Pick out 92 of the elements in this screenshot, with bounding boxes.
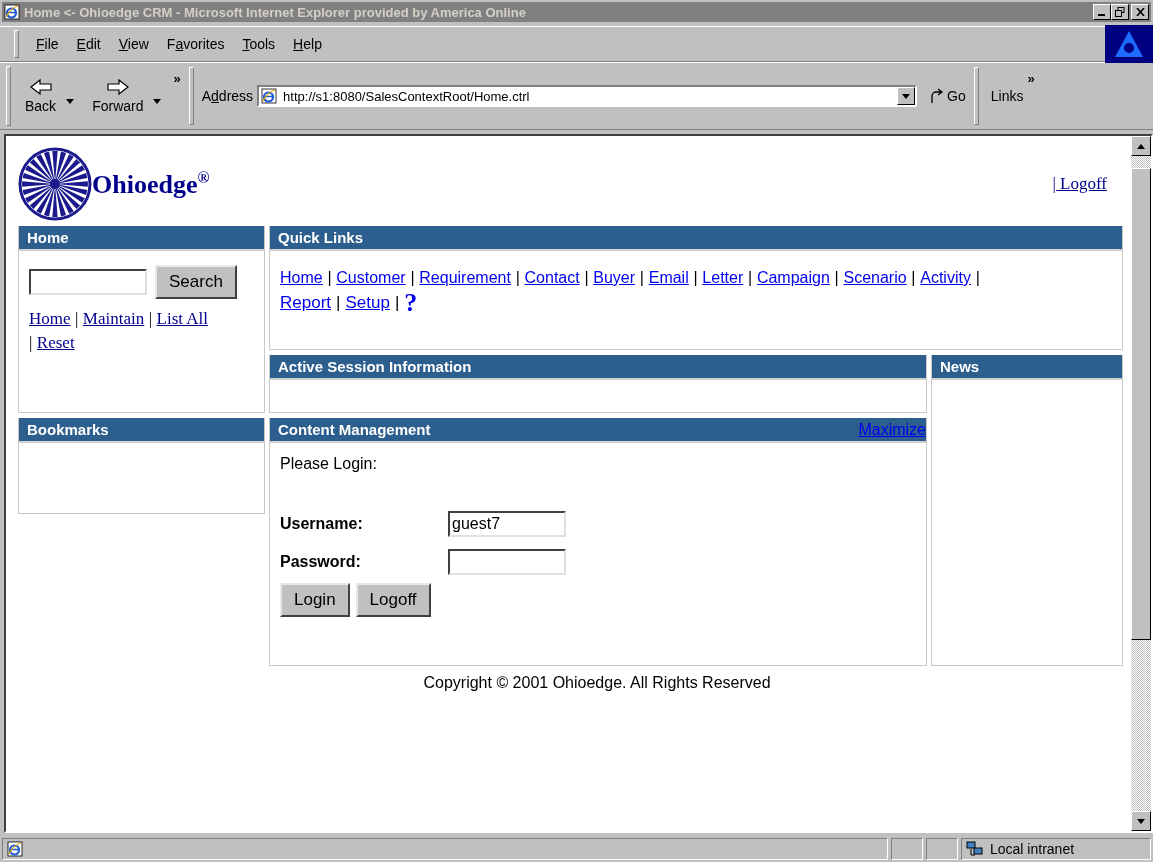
quick-link[interactable]: Buyer [593,269,636,286]
quick-link[interactable]: Scenario [843,269,907,286]
more-button[interactable]: » [1027,71,1035,86]
quick-link[interactable]: Setup [345,293,390,313]
search-button[interactable]: Search [155,265,237,299]
help-link[interactable]: ? [404,295,418,311]
menu-item[interactable]: Edit [67,36,110,52]
link-separator: | [584,269,589,286]
go-button[interactable]: Go [929,88,966,104]
link-separator: | [693,269,698,286]
panel-link[interactable]: Home [29,309,71,328]
scroll-thumb[interactable] [1131,168,1151,640]
zone-text: Local intranet [990,841,1075,857]
panel-link[interactable]: Reset [36,333,75,352]
link-separator: | [75,309,79,328]
copyright-text: Copyright © 2001 Ohioedge. All Rights Reserved [423,674,771,692]
panel-title: Active Session Information [278,358,472,375]
link-separator: | [639,269,644,286]
link-separator: | [834,269,839,286]
link-separator: | [975,269,980,286]
username-label: Username: [280,515,364,533]
right-arrow-icon [105,78,130,96]
page-icon [261,88,278,104]
restore-icon [1115,7,1125,17]
link-separator: | [148,309,153,328]
caret-icon[interactable] [66,98,75,104]
menu-item[interactable]: File [27,36,68,52]
panel-title: Quick Links [278,229,364,246]
forward-button[interactable]: Forward [86,78,150,114]
close-button[interactable] [1131,4,1149,20]
quick-link[interactable]: Activity [920,269,971,286]
username-field[interactable]: guest7 [448,511,566,537]
menu-item[interactable]: Tools [233,36,285,52]
logoff-button[interactable]: Logoff [355,583,431,617]
login-button[interactable]: Login [280,583,350,617]
restore-button[interactable] [1111,4,1129,20]
window-title: Home <- Ohioedge CRM - Microsoft Internet Explorer provided by America Online [24,4,527,20]
address-label: Address [201,88,254,104]
quick-link[interactable]: Home [280,269,323,286]
link-separator: | [327,269,332,286]
scrollbar[interactable] [1131,136,1151,831]
minimize-button[interactable] [1093,4,1111,20]
menu-item[interactable]: Help [284,36,331,52]
login-prompt: Please Login: [280,455,377,472]
quick-link[interactable]: Customer [336,269,406,286]
panel-link[interactable]: Maintain [82,309,145,328]
panel-title: Bookmarks [27,421,109,438]
password-field[interactable] [448,549,566,575]
menu-item[interactable]: Favorites [157,36,234,52]
up-arrow-icon [1137,143,1145,149]
link-separator: | [336,293,341,313]
link-separator: | [748,269,753,286]
link-separator: | [29,333,33,352]
scroll-up-button[interactable] [1131,136,1151,156]
close-icon [1135,8,1145,16]
quick-link[interactable]: Requirement [419,269,511,286]
menu-item[interactable]: View [109,36,158,52]
quick-link[interactable]: Report [280,293,332,313]
link-separator: | [911,269,916,286]
back-button[interactable]: Back [19,78,63,114]
left-arrow-icon [28,78,53,96]
links-button[interactable]: Links [986,88,1028,104]
link-separator: | [394,293,400,313]
link-separator: | [410,269,415,286]
url-text: http://s1:8080/SalesContextRoot/Home.ctrl [283,88,531,104]
caret-icon [902,93,911,99]
panel-title: Home [27,229,69,246]
network-computer-icon [966,841,984,857]
panel-title: News [940,358,980,375]
page-icon [7,841,23,857]
panel-link[interactable]: List All [156,309,209,328]
quick-link[interactable]: Contact [524,269,580,286]
quick-link[interactable]: Campaign [756,269,830,286]
more-button[interactable]: » [173,71,181,86]
down-arrow-icon [1137,818,1145,824]
quick-link[interactable]: Letter [702,269,744,286]
panel-title: Content Management [278,421,431,438]
address-field[interactable]: http://s1:8080/SalesContextRoot/Home.ctrl [257,85,918,107]
logoff-link[interactable]: | Logoff [1052,174,1107,194]
password-label: Password: [280,553,362,571]
status-pane [926,838,958,860]
scroll-down-button[interactable] [1131,811,1151,831]
status-pane [891,838,923,860]
dropdown-button[interactable] [897,87,916,105]
wheel-logo-icon [18,147,92,221]
page-icon [4,4,20,20]
logo-text: Ohioedge$^{®}$ [92,168,210,200]
search-field[interactable] [29,269,147,295]
quick-link[interactable]: Email [648,269,689,286]
triangle-logo-icon[interactable] [1105,25,1153,63]
caret-icon[interactable] [153,98,162,104]
link-separator: | [515,269,520,286]
